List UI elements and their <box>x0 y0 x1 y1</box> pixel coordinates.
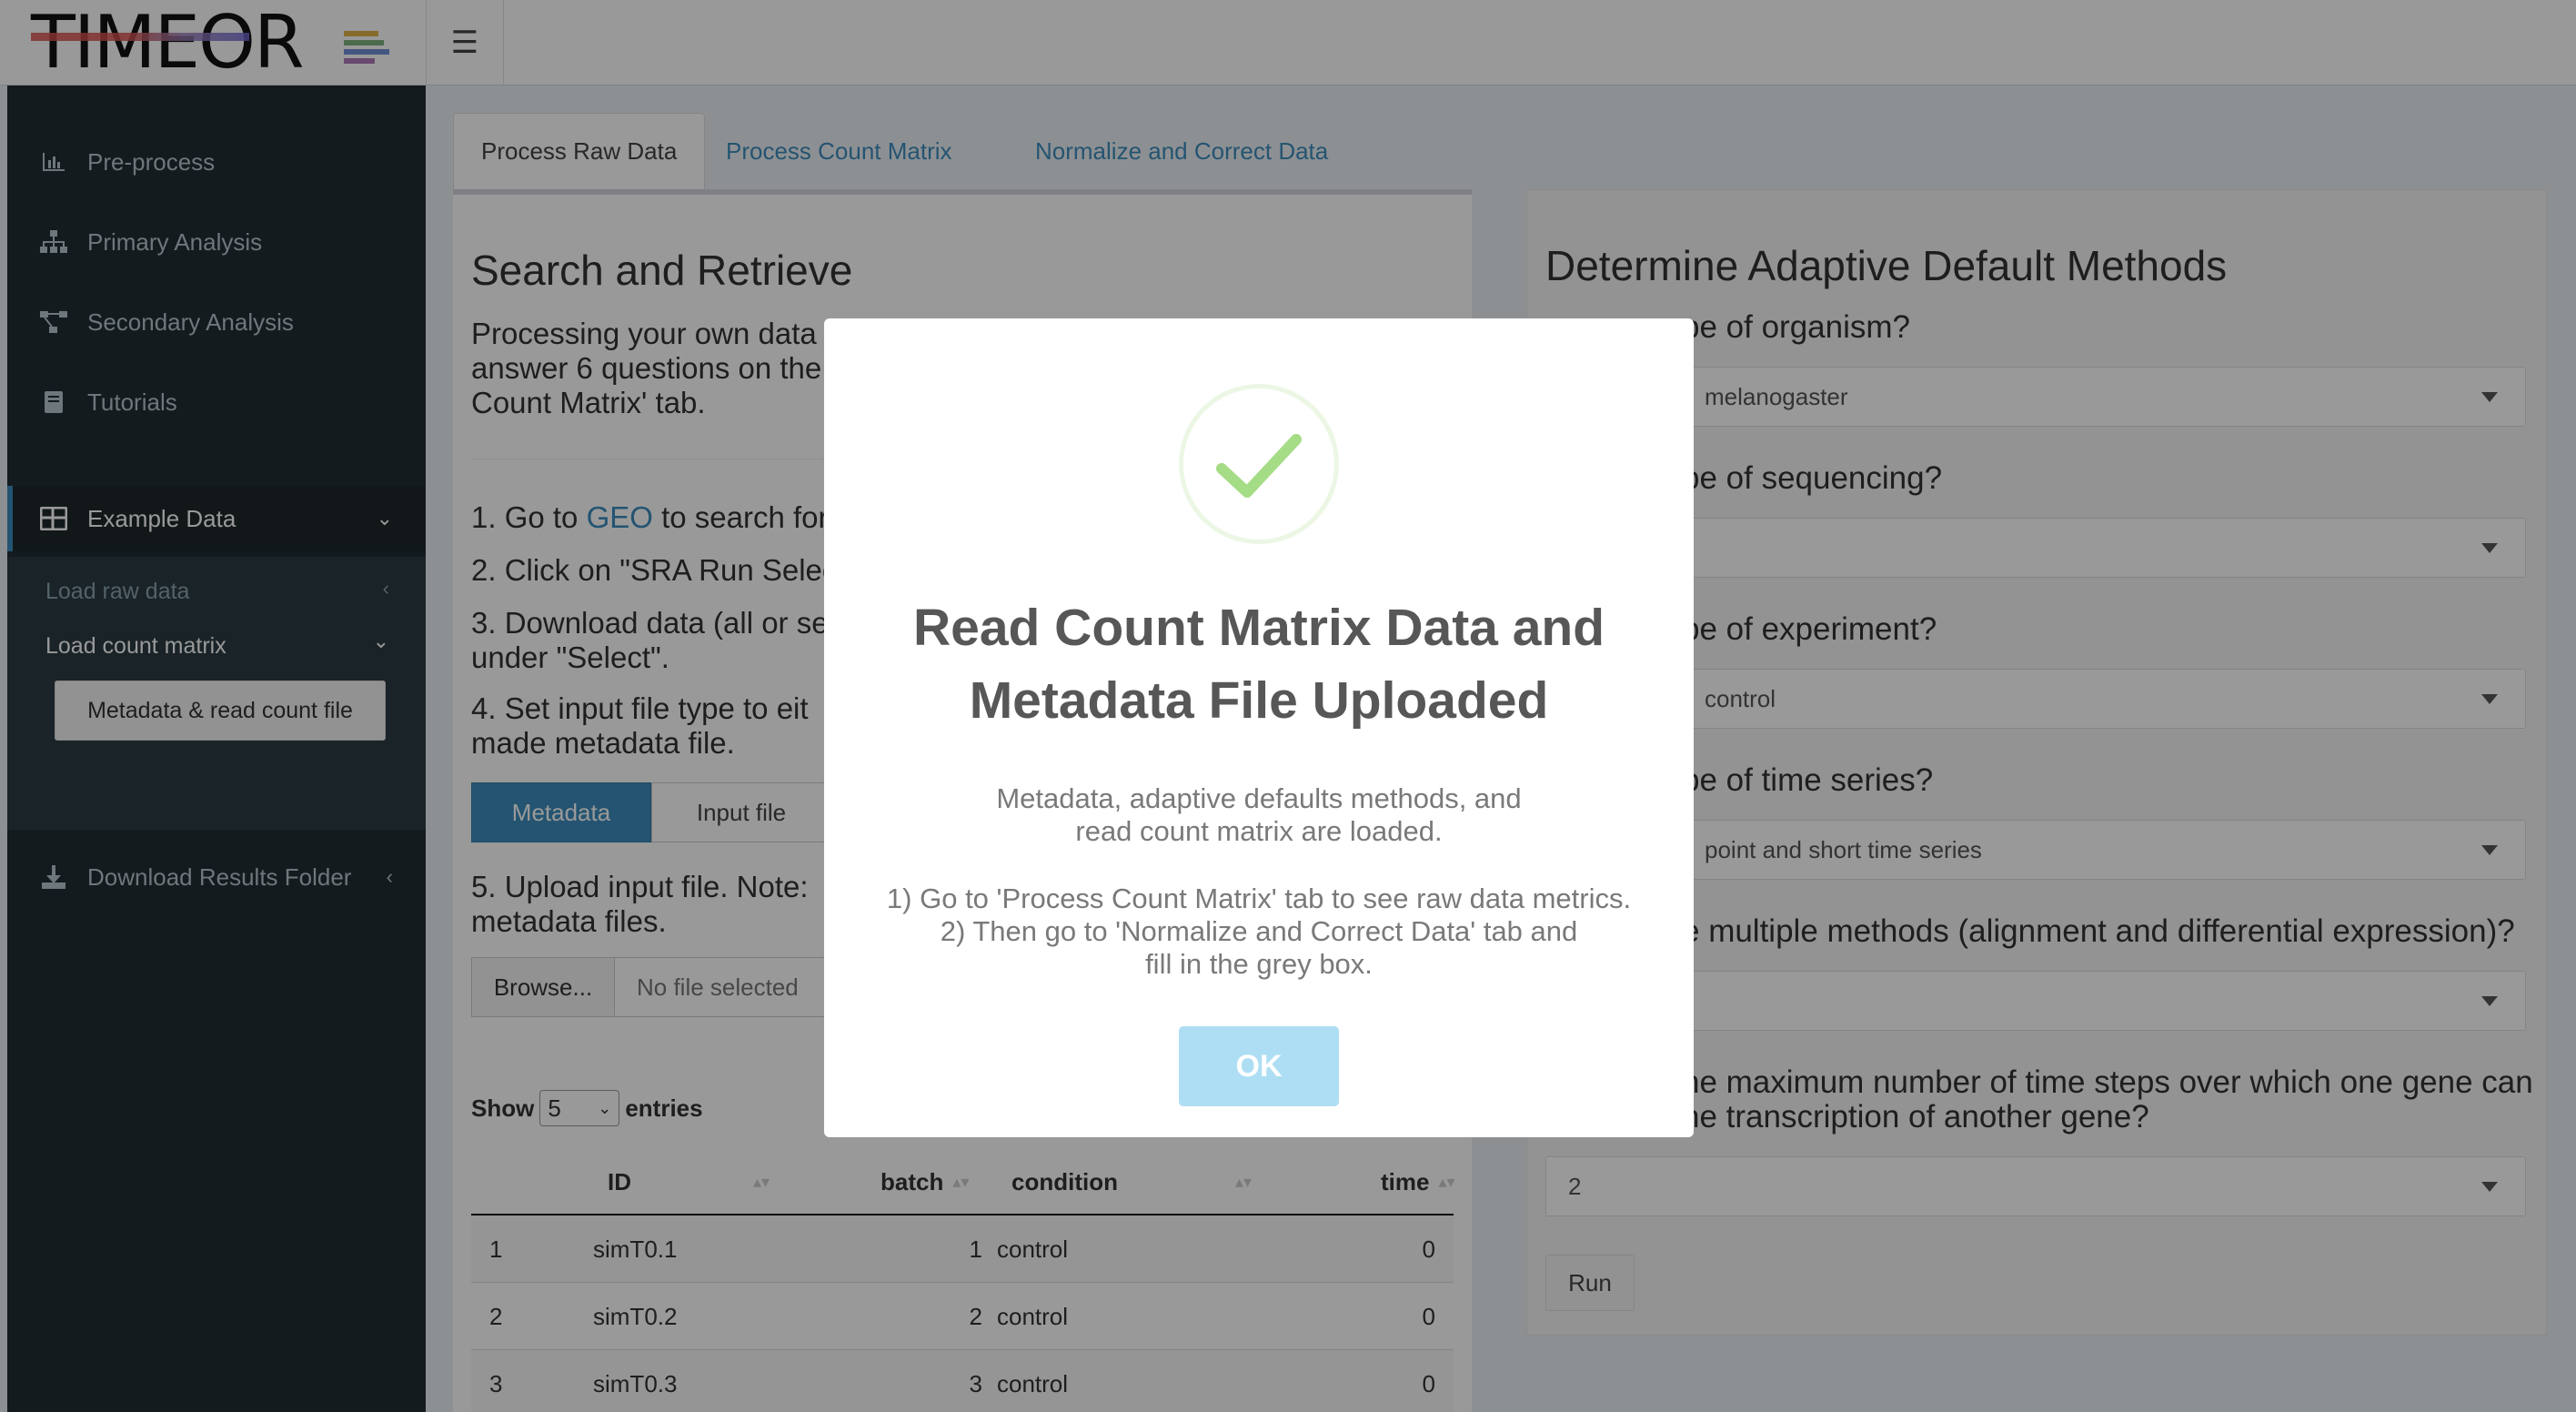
ok-button[interactable]: OK <box>1179 1026 1339 1106</box>
dialog-instructions: 1) Go to 'Process Count Matrix' tab to s… <box>860 882 1657 981</box>
dialog-title-line: Read Count Matrix Data and <box>912 599 1605 657</box>
dialog-title: Read Count Matrix Data and Metadata File… <box>879 591 1639 737</box>
dialog-message-line: read count matrix are loaded. <box>1075 815 1443 847</box>
dialog-message-line: fill in the grey box. <box>1145 948 1373 980</box>
success-dialog: Read Count Matrix Data and Metadata File… <box>824 318 1694 1137</box>
checkmark-icon <box>1179 384 1339 544</box>
dialog-message-line: 2) Then go to 'Normalize and Correct Dat… <box>940 915 1578 947</box>
dialog-message-line: Metadata, adaptive defaults methods, and <box>996 782 1522 814</box>
dialog-title-line: Metadata File Uploaded <box>969 671 1549 730</box>
dialog-message: Metadata, adaptive defaults methods, and… <box>860 782 1657 848</box>
dialog-message-line: 1) Go to 'Process Count Matrix' tab to s… <box>886 882 1632 914</box>
